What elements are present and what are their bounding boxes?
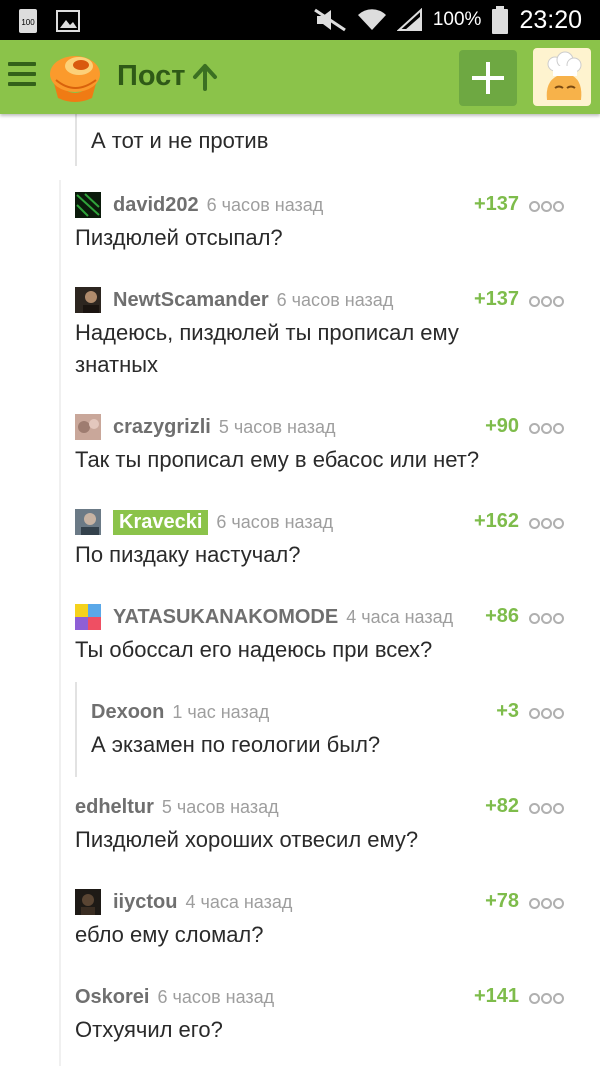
comment-text: Отхуячил его? bbox=[75, 1017, 223, 1042]
more-options-icon[interactable] bbox=[529, 897, 564, 909]
comment: david202 6 часов назад +137 Пиздюлей отс… bbox=[75, 190, 575, 260]
profile-avatar-button[interactable] bbox=[533, 48, 591, 106]
username-link[interactable]: edheltur bbox=[75, 796, 154, 819]
comment-text: ебло ему сломал? bbox=[75, 922, 264, 947]
arrow-up-icon[interactable] bbox=[192, 62, 218, 92]
app-bar: Пост bbox=[0, 40, 600, 114]
user-avatar[interactable] bbox=[75, 287, 101, 313]
comment-text: Ты обоссал его надеюсь при всех? bbox=[75, 637, 433, 662]
thread-line bbox=[75, 682, 77, 777]
comment: Kravecki 6 часов назад +162 По пиздаку н… bbox=[75, 507, 575, 577]
battery-percent: 100% bbox=[432, 9, 482, 30]
comment-rating: +86 bbox=[485, 605, 519, 627]
more-options-icon[interactable] bbox=[529, 517, 564, 529]
plus-icon bbox=[472, 62, 504, 94]
comment-time: 6 часов назад bbox=[157, 986, 275, 1007]
comment-rating: +90 bbox=[485, 415, 519, 437]
signal-icon bbox=[396, 8, 422, 31]
comment-time: 4 часа назад bbox=[185, 891, 293, 912]
more-options-icon[interactable] bbox=[529, 802, 564, 814]
more-options-icon[interactable] bbox=[529, 200, 564, 212]
more-options-icon[interactable] bbox=[529, 707, 564, 719]
comment-rating: +137 bbox=[473, 288, 519, 310]
menu-icon[interactable] bbox=[8, 62, 36, 92]
comment-rating: +137 bbox=[473, 193, 519, 215]
comment-text: А тот и не против bbox=[91, 128, 269, 153]
comment: Oskorei 6 часов назад +141 Отхуячил его? bbox=[75, 982, 575, 1052]
comment-time: 1 час назад bbox=[172, 701, 270, 722]
app-logo[interactable] bbox=[48, 50, 102, 104]
battery-icon bbox=[492, 6, 509, 34]
comment-text: По пиздаку настучал? bbox=[75, 542, 301, 567]
comment: NewtScamander 6 часов назад +137 Надеюсь… bbox=[75, 285, 575, 385]
wifi-icon bbox=[357, 9, 386, 31]
username-link[interactable]: NewtScamander bbox=[113, 289, 269, 312]
comment-text: Пиздюлей отсыпал? bbox=[75, 225, 283, 250]
comment-time: 6 часов назад bbox=[206, 194, 324, 215]
comment: iiyctou 4 часа назад +78 ебло ему сломал… bbox=[75, 887, 575, 957]
user-avatar[interactable] bbox=[75, 192, 101, 218]
username-link[interactable]: YATASUKANAKOMODE bbox=[113, 606, 338, 629]
username-link[interactable]: iiyctou bbox=[113, 891, 177, 914]
user-avatar[interactable] bbox=[75, 414, 101, 440]
more-options-icon[interactable] bbox=[529, 295, 564, 307]
username-link[interactable]: crazygrizli bbox=[113, 416, 211, 439]
battery-notification-icon: 100 bbox=[19, 9, 37, 33]
comment-text: Так ты прописал ему в ебасос или нет? bbox=[75, 447, 480, 472]
comment-text: Надеюсь, пиздюлей ты прописал ему знатны… bbox=[75, 320, 459, 377]
username-link[interactable]: Oskorei bbox=[75, 986, 149, 1009]
comment-rating: +3 bbox=[496, 700, 519, 722]
comment: crazygrizli 5 часов назад +90 Так ты про… bbox=[75, 412, 575, 482]
more-options-icon[interactable] bbox=[529, 422, 564, 434]
page-title: Пост bbox=[117, 60, 186, 92]
more-options-icon[interactable] bbox=[529, 992, 564, 1004]
comment-time: 4 часа назад bbox=[346, 606, 454, 627]
user-avatar[interactable] bbox=[75, 509, 101, 535]
comment-rating: +141 bbox=[473, 985, 519, 1007]
clock: 23:20 bbox=[519, 5, 582, 34]
comment-rating: +82 bbox=[485, 795, 519, 817]
user-avatar[interactable] bbox=[75, 604, 101, 630]
comment: edheltur 5 часов назад +82 Пиздюлей хоро… bbox=[75, 792, 575, 862]
mute-icon bbox=[313, 8, 346, 32]
user-avatar[interactable] bbox=[75, 889, 101, 915]
profile-avatar-icon bbox=[546, 51, 582, 100]
comments-list: А тот и не против david202 6 часов назад… bbox=[0, 60, 600, 1066]
svg-text:100: 100 bbox=[21, 18, 35, 27]
status-bar: 100 100% 23:20 bbox=[0, 0, 600, 40]
more-options-icon[interactable] bbox=[529, 612, 564, 624]
thread-line bbox=[75, 110, 77, 166]
username-link[interactable]: david202 bbox=[113, 194, 199, 217]
comment-time: 5 часов назад bbox=[218, 416, 336, 437]
comment-text: Пиздюлей хороших отвесил ему? bbox=[75, 827, 419, 852]
comment-rating: +162 bbox=[473, 510, 519, 532]
comment-time: 6 часов назад bbox=[216, 511, 334, 532]
username-link[interactable]: Kravecki bbox=[113, 509, 209, 535]
image-notification-icon bbox=[56, 10, 80, 32]
comment-time: 6 часов назад bbox=[276, 289, 394, 310]
username-link[interactable]: Dexoon bbox=[91, 701, 164, 724]
add-post-button[interactable] bbox=[459, 50, 517, 106]
comment-text: А экзамен по геологии был? bbox=[91, 732, 381, 757]
comment: YATASUKANAKOMODE 4 часа назад +86 Ты обо… bbox=[75, 602, 575, 672]
comment-rating: +78 bbox=[485, 890, 519, 912]
comment-reply: Dexoon 1 час назад +3 А экзамен по геоло… bbox=[91, 697, 575, 767]
comment-time: 5 часов назад bbox=[161, 796, 279, 817]
thread-line bbox=[59, 180, 61, 1066]
